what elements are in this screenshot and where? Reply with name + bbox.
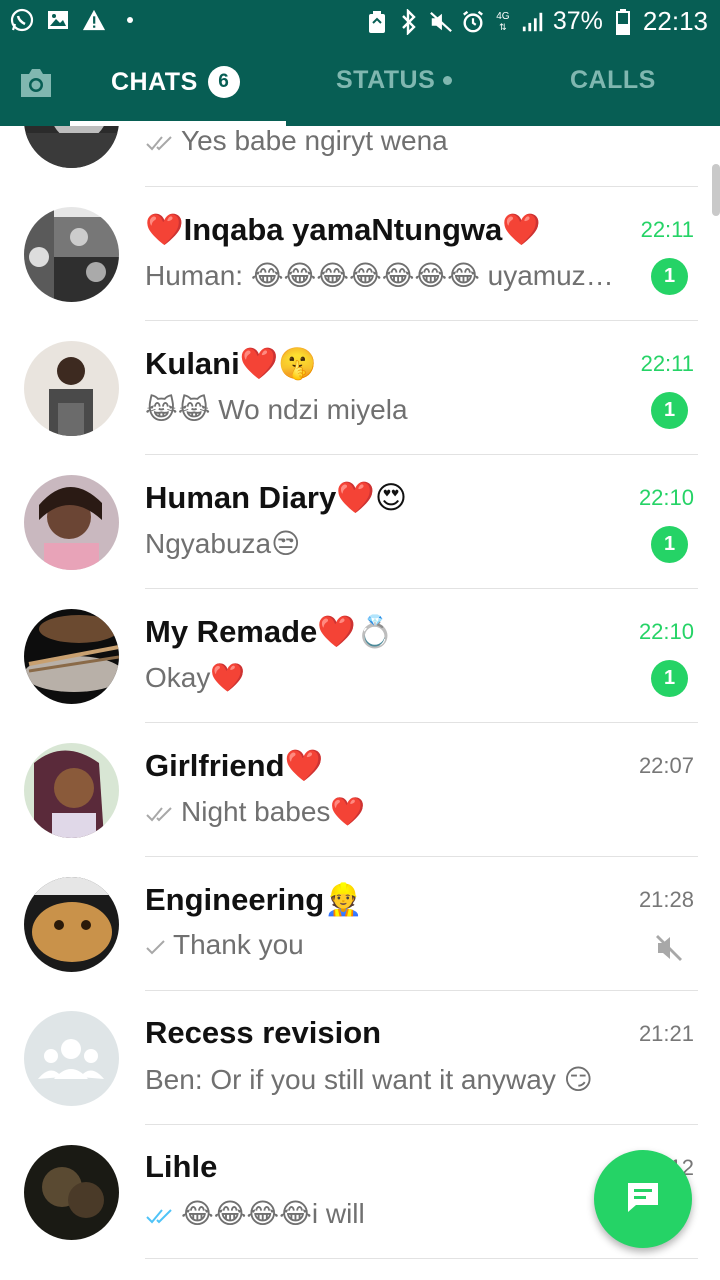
network-label: 4G bbox=[496, 10, 510, 22]
chat-time: 21:28 bbox=[638, 887, 694, 912]
chat-preview: 😹😹 Wo ndzi miyela bbox=[145, 394, 408, 425]
chat-name: Kulani❤️🤫 bbox=[145, 346, 317, 381]
chat-preview: 😂😂😂😂i will bbox=[145, 1197, 615, 1232]
status-new-dot bbox=[443, 76, 453, 85]
chat-row[interactable]: ❤️Inqaba yamaNtungwa❤️ Human: 😂😂😂😂😂😂😂 uy… bbox=[0, 187, 720, 321]
chat-row[interactable]: Engineering👷 Thank you 21:28 bbox=[0, 857, 720, 991]
chat-preview-text: Yes babe ngiryt wena bbox=[181, 126, 448, 156]
chat-preview: Night babes❤️ bbox=[145, 795, 615, 830]
battery-percent: 37% bbox=[552, 7, 603, 35]
avatar bbox=[24, 207, 119, 302]
chat-name: Human Diary❤️😍 bbox=[145, 480, 408, 515]
chat-preview-text: Night babes❤️ bbox=[181, 796, 366, 827]
chat-row[interactable]: Recess revision Ben: Or if you still wan… bbox=[0, 991, 720, 1125]
unread-badge: 1 bbox=[651, 526, 688, 563]
new-chat-button[interactable] bbox=[594, 1150, 692, 1248]
whatsapp-icon bbox=[10, 8, 34, 32]
mute-icon bbox=[429, 10, 453, 34]
chat-row[interactable]: Human Diary❤️😍 Ngyabuza😒 22:10 1 bbox=[0, 455, 720, 589]
camera-icon[interactable] bbox=[18, 66, 54, 102]
chat-time: 22:11 bbox=[640, 217, 694, 242]
chat-name: My Remade❤️💍 bbox=[145, 614, 395, 649]
chat-row[interactable]: Kulani❤️🤫 😹😹 Wo ndzi miyela 22:11 1 bbox=[0, 321, 720, 455]
chat-name: ❤️Inqaba yamaNtungwa❤️ bbox=[145, 212, 541, 247]
clock: 22:13 bbox=[642, 6, 708, 36]
divider bbox=[145, 1258, 698, 1259]
unread-badge: 1 bbox=[651, 392, 688, 429]
tab-calls[interactable]: CALLS bbox=[570, 66, 656, 95]
alarm-icon bbox=[461, 10, 485, 34]
tab-chats[interactable]: CHATS 6 bbox=[111, 66, 240, 98]
unread-badge: 1 bbox=[651, 258, 688, 295]
avatar bbox=[24, 743, 119, 838]
chat-preview: Ngyabuza😒 bbox=[145, 528, 301, 559]
chat-time: 22:10 bbox=[638, 619, 694, 644]
image-icon bbox=[46, 8, 70, 32]
signal-icon bbox=[521, 10, 545, 34]
chat-preview: Thank you bbox=[145, 929, 615, 963]
chat-time: 22:11 bbox=[640, 351, 694, 376]
bluetooth-icon bbox=[397, 8, 421, 35]
status-bar: 4G ⇅ 37% 22:13 bbox=[0, 0, 720, 44]
data-arrows: ⇅ bbox=[499, 21, 507, 32]
group-avatar bbox=[24, 1011, 119, 1106]
chat-list[interactable]: Yes babe ngiryt wena ❤️Inqaba yamaNtungw… bbox=[0, 126, 720, 1280]
battery-icon bbox=[611, 8, 635, 35]
avatar bbox=[24, 475, 119, 570]
avatar bbox=[24, 1145, 119, 1240]
avatar bbox=[24, 341, 119, 436]
new-chat-icon bbox=[624, 1180, 662, 1219]
double-check-blue-icon bbox=[145, 1200, 175, 1232]
chat-preview-text: Thank you bbox=[173, 929, 304, 960]
double-check-icon bbox=[145, 127, 175, 159]
muted-icon bbox=[654, 933, 684, 963]
avatar bbox=[24, 877, 119, 972]
tab-chats-label: CHATS bbox=[111, 67, 198, 96]
dot-icon bbox=[118, 8, 142, 32]
chat-name: Engineering👷 bbox=[145, 882, 363, 917]
avatar bbox=[24, 609, 119, 704]
chat-preview: Yes babe ngiryt wena bbox=[145, 126, 615, 159]
warning-icon bbox=[82, 8, 106, 32]
tab-status-label: STATUS bbox=[336, 66, 436, 94]
chat-preview: Human: 😂😂😂😂😂😂😂 uyamuz… bbox=[145, 260, 614, 291]
check-icon bbox=[145, 931, 167, 963]
chat-time: 22:07 bbox=[638, 753, 694, 778]
chat-time: 21:21 bbox=[638, 1021, 694, 1046]
tab-calls-label: CALLS bbox=[570, 66, 656, 94]
scrollbar[interactable] bbox=[712, 164, 720, 216]
chats-unread-badge: 6 bbox=[207, 66, 240, 98]
tab-status[interactable]: STATUS bbox=[336, 66, 453, 95]
chat-preview: Ben: Or if you still want it anyway 😏 bbox=[145, 1064, 593, 1095]
chat-row[interactable]: My Remade❤️💍 Okay❤️ 22:10 1 bbox=[0, 589, 720, 723]
chat-name: Girlfriend❤️ bbox=[145, 748, 324, 783]
recycle-icon bbox=[365, 10, 389, 34]
chat-row[interactable]: Yes babe ngiryt wena bbox=[0, 126, 720, 187]
chat-row[interactable]: Girlfriend❤️ Night babes❤️ 22:07 bbox=[0, 723, 720, 857]
unread-badge: 1 bbox=[651, 660, 688, 697]
chat-name: Lihle bbox=[145, 1149, 218, 1184]
chat-name: Recess revision bbox=[145, 1015, 382, 1050]
chat-time: 22:10 bbox=[638, 485, 694, 510]
avatar bbox=[24, 126, 119, 168]
chat-preview-text: 😂😂😂😂i will bbox=[181, 1198, 365, 1229]
app-bar: CHATS 6 STATUS CALLS bbox=[0, 44, 720, 126]
double-check-icon bbox=[145, 798, 175, 830]
4g-icon: 4G ⇅ bbox=[493, 10, 513, 34]
chat-preview: Okay❤️ bbox=[145, 662, 246, 693]
